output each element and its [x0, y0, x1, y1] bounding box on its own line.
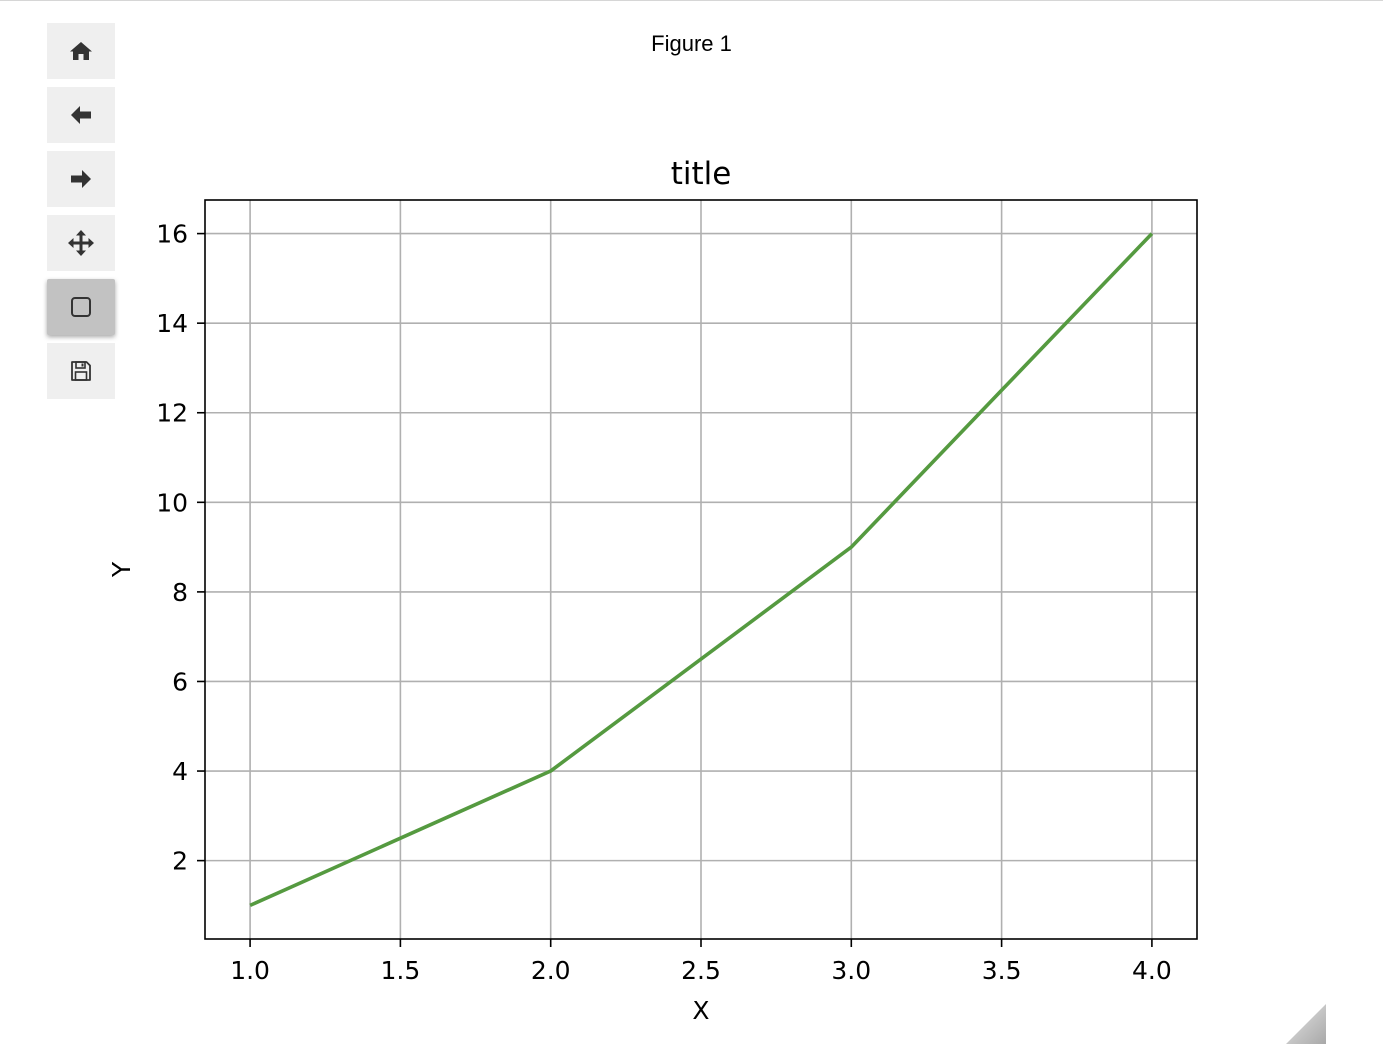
x-tick-label: 4.0	[1132, 956, 1172, 985]
y-tick-label: 14	[156, 309, 188, 338]
y-axis-ticks: 2 4 6 8 10 12 14 16	[156, 220, 205, 876]
x-tick-label: 1.5	[381, 956, 421, 985]
x-axis-label: X	[692, 996, 709, 1025]
figure-window: Figure 1 1.0 1.5 2.0 2.5 3.0 3.5 4.0 2 4…	[0, 0, 1383, 1048]
x-tick-label: 2.5	[681, 956, 721, 985]
y-tick-label: 6	[172, 667, 188, 696]
x-axis-ticks: 1.0 1.5 2.0 2.5 3.0 3.5 4.0	[230, 939, 1172, 985]
y-tick-label: 4	[172, 757, 188, 786]
chart-title: title	[671, 156, 732, 192]
resize-grip-icon[interactable]	[1286, 1004, 1326, 1044]
y-tick-label: 12	[156, 399, 188, 428]
y-tick-label: 16	[156, 220, 188, 249]
y-tick-label: 10	[156, 488, 188, 517]
y-tick-label: 2	[172, 847, 188, 876]
x-tick-label: 2.0	[531, 956, 571, 985]
x-tick-label: 3.5	[982, 956, 1022, 985]
y-axis-label: Y	[107, 561, 136, 578]
x-tick-label: 1.0	[230, 956, 270, 985]
line-chart: 1.0 1.5 2.0 2.5 3.0 3.5 4.0 2 4 6 8 10 12 14 16 title…	[107, 156, 1198, 1025]
grid-lines	[205, 200, 1197, 939]
y-tick-label: 8	[172, 578, 188, 607]
x-tick-label: 3.0	[831, 956, 871, 985]
